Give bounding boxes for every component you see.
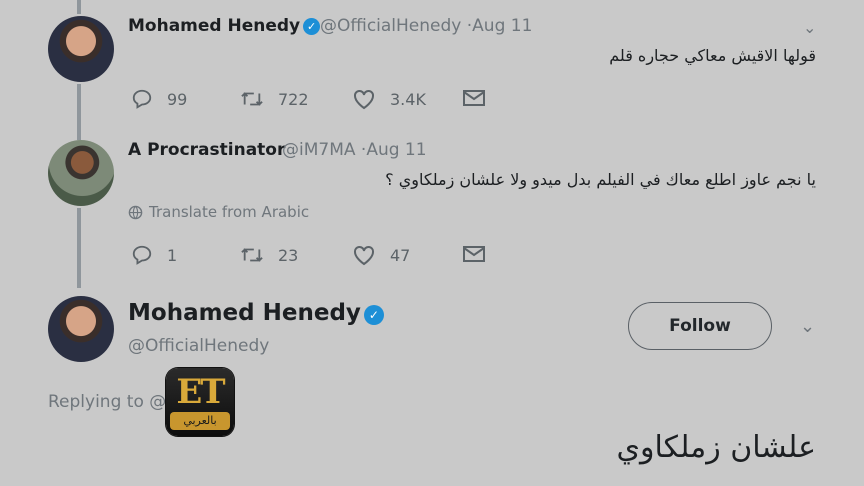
tweet-text: يا نجم عاوز اطلع معاك في الفيلم بدل ميدو…: [385, 170, 816, 189]
translate-link[interactable]: Translate from Arabic: [128, 203, 309, 221]
envelope-icon: [463, 246, 485, 262]
focused-tweet-text: علشان زملكاوي: [616, 430, 816, 465]
dm-action[interactable]: [462, 244, 486, 264]
avatar[interactable]: [48, 296, 114, 362]
verified-badge-icon: ✓: [303, 18, 321, 35]
follow-button[interactable]: Follow: [628, 302, 772, 350]
et-logo: ET بالعربي: [166, 368, 234, 436]
reply-icon: [132, 89, 152, 109]
retweet-action[interactable]: 23: [240, 244, 298, 266]
et-logo-band: بالعربي: [170, 412, 230, 430]
reply-count: 1: [167, 245, 178, 265]
et-logo-text: ET: [176, 372, 225, 412]
envelope-icon: [463, 90, 485, 106]
focused-handle[interactable]: @OfficialHenedy: [128, 336, 269, 356]
like-count: 3.4K: [390, 89, 426, 109]
thread-line: [77, 0, 81, 14]
retweet-icon: [241, 92, 263, 106]
like-action[interactable]: 47: [352, 244, 410, 266]
reply-count: 99: [167, 89, 188, 109]
like-action[interactable]: 3.4K: [352, 88, 426, 110]
retweet-action[interactable]: 722: [240, 88, 309, 110]
verified-badge-icon: ✓: [363, 305, 384, 325]
reply-icon: [132, 245, 152, 265]
thread-line: [77, 84, 81, 140]
retweet-icon: [241, 248, 263, 262]
translate-label: Translate from Arabic: [149, 203, 310, 221]
heart-icon: [354, 245, 374, 266]
tweet-author-name[interactable]: Mohamed Henedy ✓: [128, 16, 321, 36]
tweet-handle-date: @OfficialHenedy ·Aug 11: [320, 16, 532, 36]
heart-icon: [354, 89, 374, 110]
tweet-handle[interactable]: @OfficialHenedy: [320, 16, 461, 36]
thread-line: [77, 208, 81, 288]
focused-author-name[interactable]: Mohamed Henedy ✓: [128, 300, 384, 326]
tweet-date[interactable]: ·Aug 11: [467, 16, 533, 36]
tweet-handle-date: @iM7MA ·Aug 11: [282, 140, 427, 160]
reply-action[interactable]: 99: [131, 88, 187, 110]
tweet-text: قولها الاقيش معاكي حجاره قلم: [609, 46, 816, 65]
dm-action[interactable]: [462, 88, 486, 108]
replying-to: Replying to @: [48, 392, 167, 412]
tweet-handle[interactable]: @iM7MA: [282, 140, 356, 160]
tweet-author-name[interactable]: A Procrastinator: [128, 140, 285, 160]
avatar[interactable]: [48, 140, 114, 206]
globe-icon: [128, 205, 143, 219]
retweet-count: 23: [278, 245, 299, 265]
chevron-down-icon[interactable]: ⌄: [803, 18, 816, 37]
like-count: 47: [390, 245, 411, 265]
retweet-count: 722: [278, 89, 309, 109]
reply-action[interactable]: 1: [131, 244, 177, 266]
tweet-date[interactable]: ·Aug 11: [361, 140, 427, 160]
avatar[interactable]: [48, 16, 114, 82]
chevron-down-icon[interactable]: ⌄: [800, 316, 815, 337]
